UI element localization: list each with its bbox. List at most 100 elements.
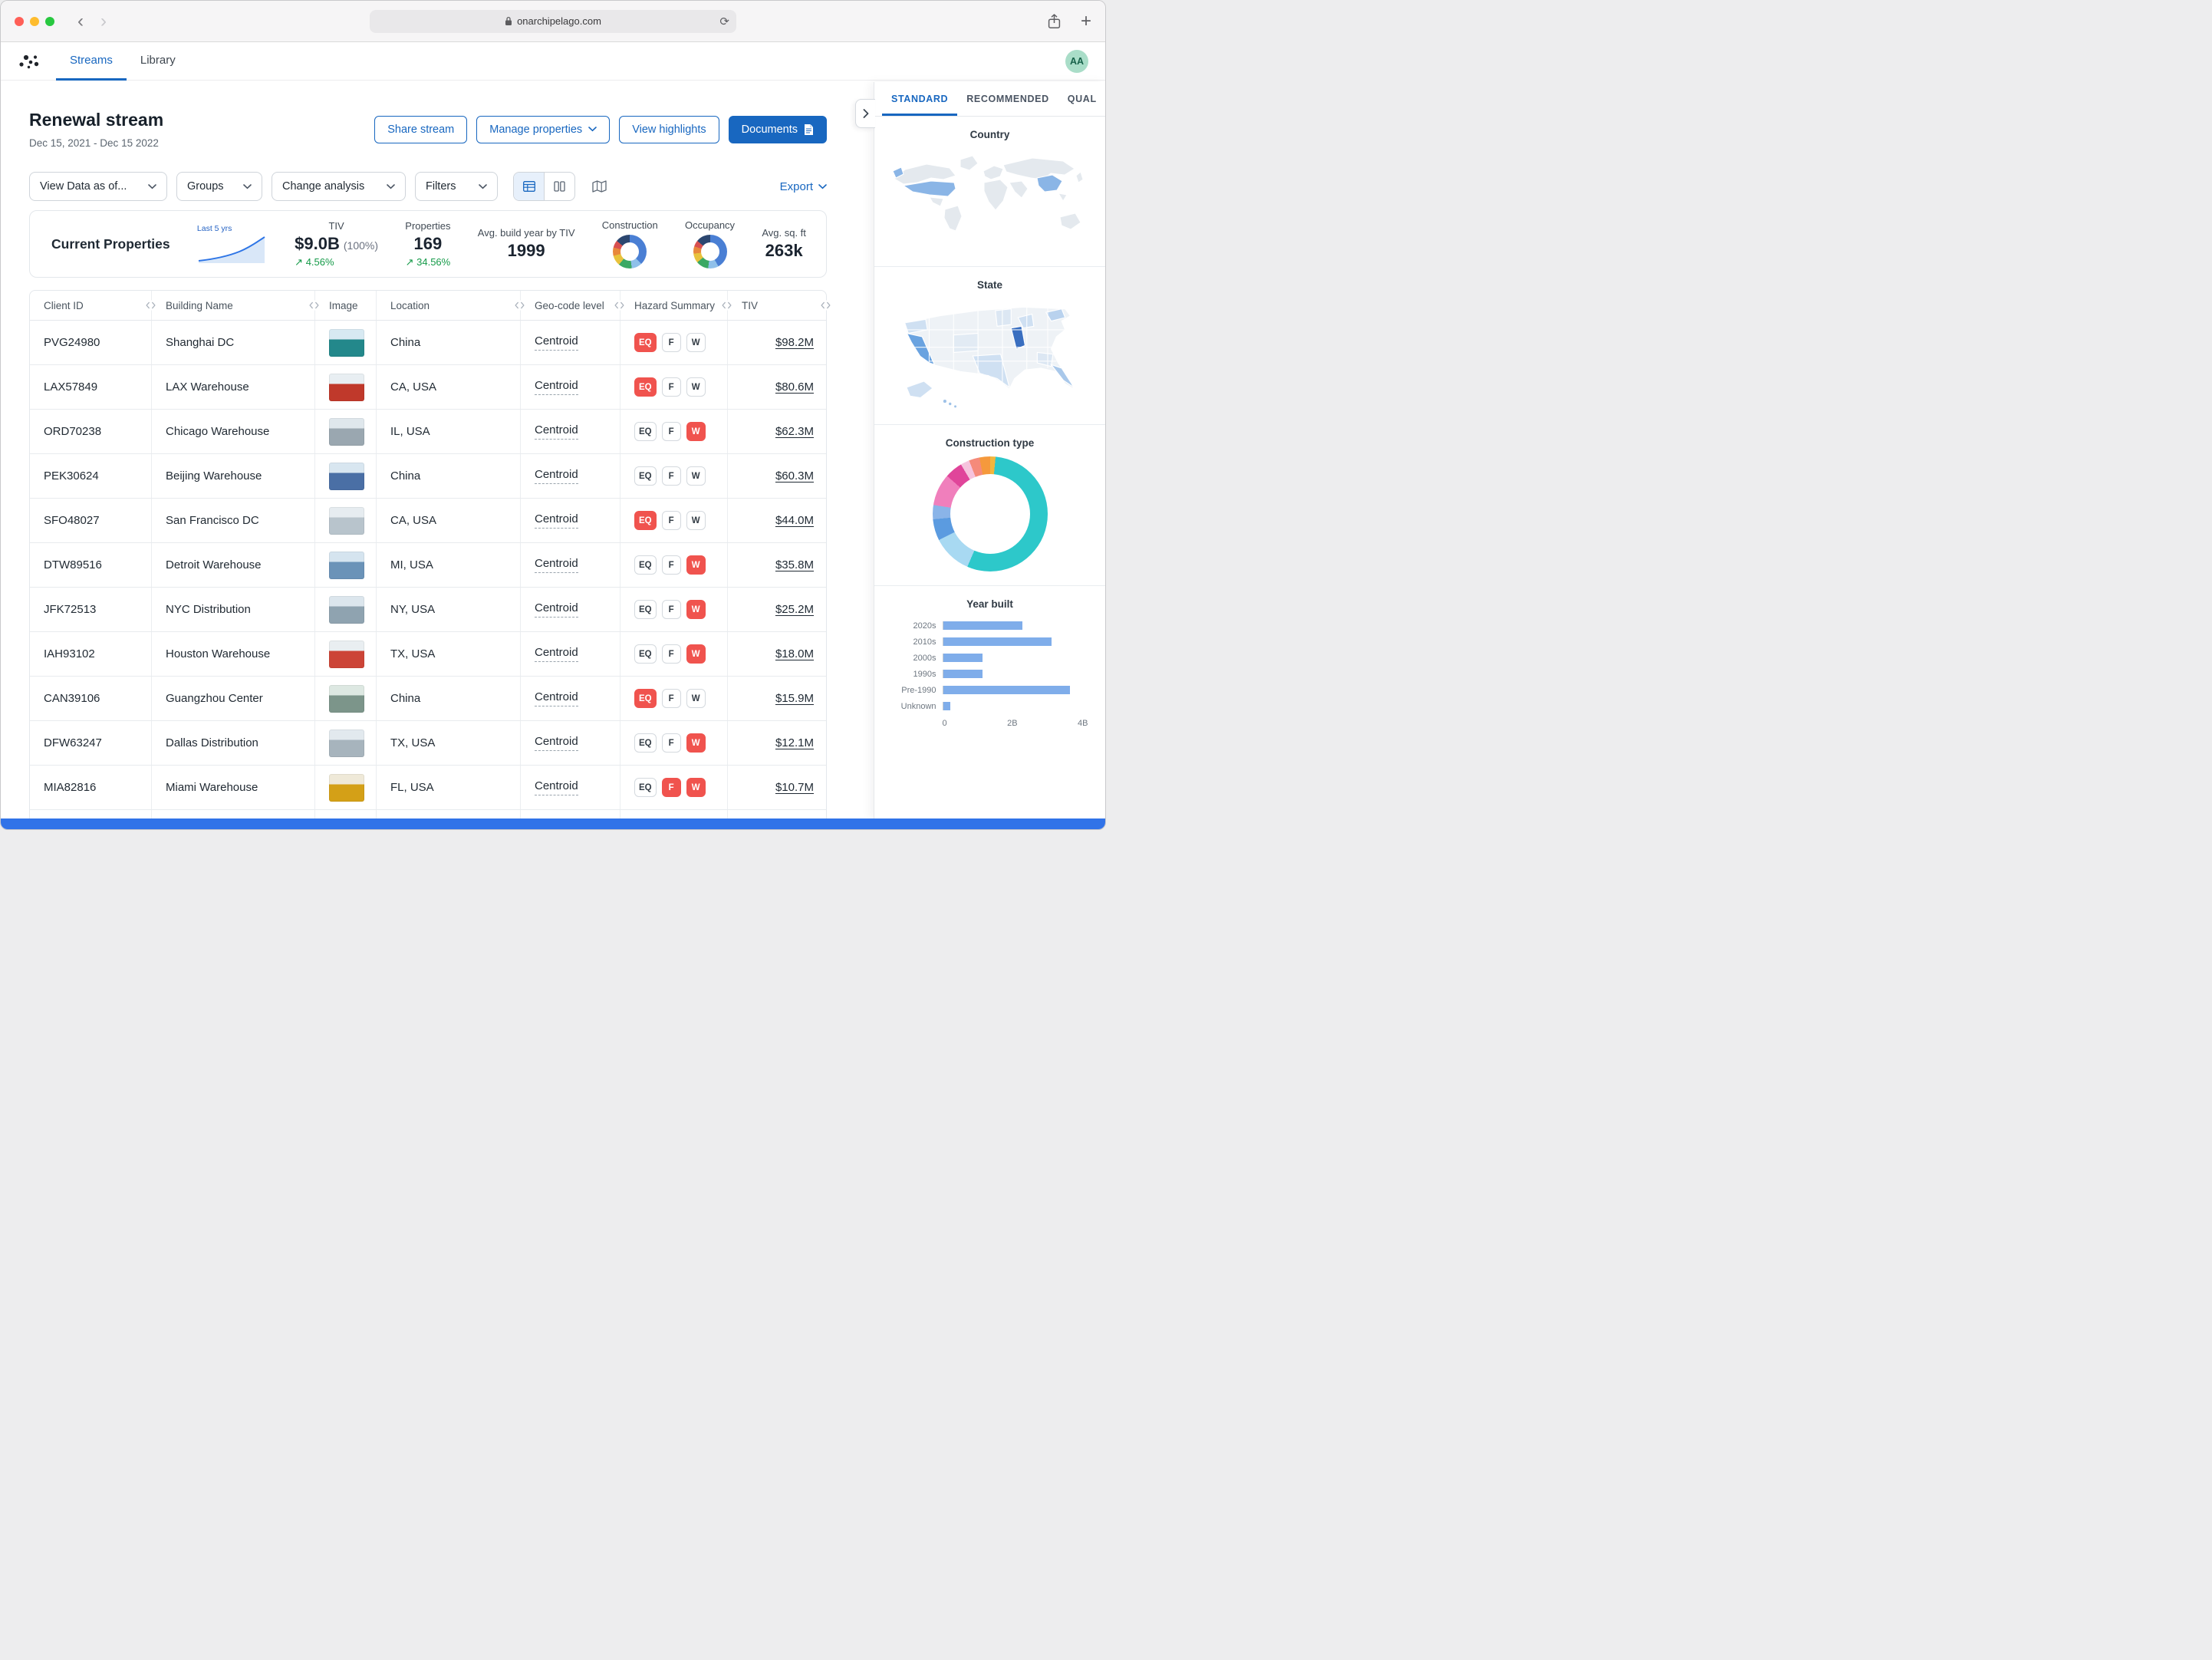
panel-tab-qual[interactable]: QUAL bbox=[1058, 82, 1105, 116]
building-thumbnail[interactable] bbox=[329, 596, 364, 624]
construction-donut-chart bbox=[613, 235, 647, 268]
geo-code-cell: Centroid bbox=[521, 721, 620, 765]
column-resize-handle[interactable] bbox=[308, 301, 320, 311]
map-view-button[interactable] bbox=[592, 180, 607, 193]
tiv-link[interactable]: $35.8M bbox=[775, 558, 814, 571]
table-row[interactable]: ORD70238 Chicago Warehouse IL, USA Centr… bbox=[30, 410, 826, 454]
building-thumbnail[interactable] bbox=[329, 463, 364, 490]
manage-properties-button[interactable]: Manage properties bbox=[476, 116, 610, 143]
column-header-building-name[interactable]: Building Name bbox=[152, 291, 315, 320]
table-row[interactable]: IAH93102 Houston Warehouse TX, USA Centr… bbox=[30, 632, 826, 677]
year-built-chart: 2020s2010s2000s1990sPre-1990Unknown 02B4… bbox=[892, 618, 1088, 728]
refresh-icon[interactable]: ⟳ bbox=[719, 15, 729, 28]
column-header-location[interactable]: Location bbox=[377, 291, 521, 320]
tiv-cell: $62.3M bbox=[728, 410, 826, 453]
tab-streams[interactable]: Streams bbox=[56, 42, 127, 81]
column-header-image[interactable]: Image bbox=[315, 291, 377, 320]
table-row[interactable]: SFO48027 San Francisco DC CA, USA Centro… bbox=[30, 499, 826, 543]
table-view-button[interactable] bbox=[514, 173, 544, 200]
close-window-button[interactable] bbox=[15, 17, 24, 26]
chevron-down-icon bbox=[479, 184, 487, 189]
zoom-window-button[interactable] bbox=[45, 17, 54, 26]
hazard-badges: EQFW bbox=[634, 778, 706, 797]
geo-code-value: Centroid bbox=[535, 735, 578, 751]
column-view-button[interactable] bbox=[544, 173, 574, 200]
hazard-summary-cell: EQFW bbox=[620, 677, 728, 720]
view-data-as-of-dropdown[interactable]: View Data as of... bbox=[29, 172, 167, 201]
building-thumbnail[interactable] bbox=[329, 641, 364, 668]
table-row[interactable]: LAX57849 LAX Warehouse CA, USA Centroid … bbox=[30, 365, 826, 410]
tiv-link[interactable]: $25.2M bbox=[775, 603, 814, 616]
year-built-bar-track bbox=[943, 686, 1088, 694]
column-resize-handle[interactable] bbox=[514, 301, 525, 311]
column-header-geo-code-level[interactable]: Geo-code level bbox=[521, 291, 620, 320]
groups-dropdown[interactable]: Groups bbox=[176, 172, 262, 201]
panel-tab-recommended[interactable]: RECOMMENDED bbox=[957, 82, 1058, 116]
table-row[interactable]: DFW63247 Dallas Distribution TX, USA Cen… bbox=[30, 721, 826, 766]
construction-type-section: Construction type bbox=[874, 425, 1105, 586]
table-row[interactable]: MIA82816 Miami Warehouse FL, USA Centroi… bbox=[30, 766, 826, 810]
column-resize-handle[interactable] bbox=[614, 301, 625, 311]
client-id-cell: DTW89516 bbox=[30, 543, 152, 587]
column-resize-handle[interactable] bbox=[820, 301, 831, 311]
panel-tab-standard[interactable]: STANDARD bbox=[882, 82, 957, 116]
column-resize-handle[interactable] bbox=[721, 301, 732, 311]
share-icon[interactable] bbox=[1048, 14, 1061, 29]
table-row[interactable]: CAN39106 Guangzhou Center China Centroid… bbox=[30, 677, 826, 721]
new-tab-icon[interactable]: + bbox=[1081, 12, 1091, 31]
tiv-link[interactable]: $60.3M bbox=[775, 469, 814, 483]
column-resize-handle[interactable] bbox=[145, 301, 156, 311]
location-cell: China bbox=[377, 321, 521, 364]
address-bar[interactable]: onarchipelago.com ⟳ bbox=[370, 10, 736, 33]
column-header-tiv[interactable]: TIV bbox=[728, 291, 826, 320]
browser-forward-button[interactable]: › bbox=[100, 12, 107, 31]
export-dropdown[interactable]: Export bbox=[780, 180, 827, 193]
panel-collapse-button[interactable] bbox=[855, 99, 875, 128]
minimize-window-button[interactable] bbox=[30, 17, 39, 26]
table-row[interactable]: PVG24980 Shanghai DC China Centroid EQFW… bbox=[30, 321, 826, 365]
building-thumbnail[interactable] bbox=[329, 507, 364, 535]
building-thumbnail[interactable] bbox=[329, 418, 364, 446]
hazard-badge-eq: EQ bbox=[634, 555, 657, 575]
hazard-badge-f: F bbox=[662, 555, 681, 575]
tiv-link[interactable]: $98.2M bbox=[775, 336, 814, 349]
hazard-badge-w: W bbox=[686, 733, 706, 753]
metric-occupancy: Occupancy bbox=[685, 219, 735, 268]
filters-dropdown[interactable]: Filters bbox=[415, 172, 498, 201]
hazard-badges: EQFW bbox=[634, 466, 706, 486]
table-row[interactable]: PEK30624 Beijing Warehouse China Centroi… bbox=[30, 454, 826, 499]
table-row[interactable]: JFK72513 NYC Distribution NY, USA Centro… bbox=[30, 588, 826, 632]
building-thumbnail[interactable] bbox=[329, 329, 364, 357]
year-built-section: Year built 2020s2010s2000s1990sPre-1990U… bbox=[874, 586, 1105, 739]
tab-library[interactable]: Library bbox=[127, 42, 189, 81]
tiv-link[interactable]: $10.7M bbox=[775, 781, 814, 794]
building-thumbnail[interactable] bbox=[329, 685, 364, 713]
metric-label: Occupancy bbox=[685, 219, 735, 231]
building-thumbnail[interactable] bbox=[329, 730, 364, 757]
tiv-link[interactable]: $15.9M bbox=[775, 692, 814, 705]
tiv-link[interactable]: $62.3M bbox=[775, 425, 814, 438]
column-header-hazard-summary[interactable]: Hazard Summary bbox=[620, 291, 728, 320]
change-analysis-dropdown[interactable]: Change analysis bbox=[272, 172, 406, 201]
share-stream-button[interactable]: Share stream bbox=[374, 116, 467, 143]
tiv-link[interactable]: $44.0M bbox=[775, 514, 814, 527]
manage-properties-label: Manage properties bbox=[489, 124, 582, 136]
documents-button[interactable]: Documents bbox=[729, 116, 827, 143]
building-name-cell: Guangzhou Center bbox=[152, 677, 315, 720]
building-thumbnail[interactable] bbox=[329, 374, 364, 401]
building-thumbnail[interactable] bbox=[329, 552, 364, 579]
column-header-client-id[interactable]: Client ID bbox=[30, 291, 152, 320]
browser-back-button[interactable]: ‹ bbox=[77, 12, 84, 31]
geo-code-value: Centroid bbox=[535, 779, 578, 795]
view-highlights-button[interactable]: View highlights bbox=[619, 116, 719, 143]
table-row[interactable]: DTW89516 Detroit Warehouse MI, USA Centr… bbox=[30, 543, 826, 588]
archipelago-logo-icon[interactable] bbox=[18, 52, 39, 71]
image-cell bbox=[315, 632, 377, 676]
avatar[interactable]: AA bbox=[1065, 50, 1088, 73]
hazard-badges: EQFW bbox=[634, 333, 706, 352]
tiv-link[interactable]: $12.1M bbox=[775, 736, 814, 749]
tiv-link[interactable]: $80.6M bbox=[775, 380, 814, 394]
building-thumbnail[interactable] bbox=[329, 774, 364, 802]
tiv-link[interactable]: $18.0M bbox=[775, 647, 814, 660]
hazard-summary-cell: EQFW bbox=[620, 588, 728, 631]
